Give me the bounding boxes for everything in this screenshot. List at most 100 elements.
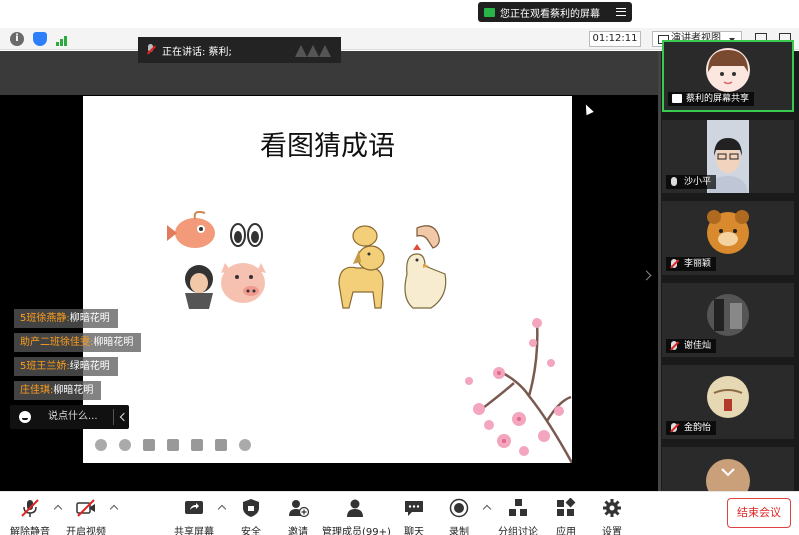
unmute-button[interactable]: 解除静音 bbox=[8, 492, 52, 535]
participant-tile[interactable]: 谢佳灿 bbox=[662, 283, 794, 357]
chat-input-placeholder: 说点什么... bbox=[48, 411, 98, 422]
more-options-icon[interactable] bbox=[239, 439, 251, 451]
signal-icon[interactable] bbox=[56, 34, 70, 46]
participant-name: 沙小平 bbox=[666, 175, 717, 189]
previous-slide-icon[interactable] bbox=[95, 439, 107, 451]
participant-name: 金韵怡 bbox=[666, 421, 717, 435]
viewing-screen-banner[interactable]: 您正在观看蔡利的屏幕 bbox=[478, 2, 632, 22]
manage-participants-label: 管理成员(99+) bbox=[322, 527, 391, 535]
meeting-window: 您正在观看蔡利的屏幕 i 01:12:11 演讲者视图 正在讲话: 蔡利; 看图… bbox=[0, 0, 799, 535]
chat-message: 5班徐燕静:柳暗花明 bbox=[14, 309, 118, 328]
chat-label: 聊天 bbox=[404, 527, 424, 535]
chat-message: 助产二班徐佳雯:柳暗花明 bbox=[14, 333, 142, 352]
record-button[interactable]: 录制 bbox=[445, 492, 473, 535]
record-label: 录制 bbox=[449, 527, 469, 535]
subtitle-icon[interactable] bbox=[215, 439, 227, 451]
collapse-chat-icon[interactable] bbox=[119, 412, 129, 422]
share-screen-label: 共享屏幕 bbox=[174, 527, 214, 535]
avatar bbox=[662, 447, 794, 491]
info-icon[interactable]: i bbox=[10, 32, 24, 46]
end-meeting-button[interactable]: 结束会议 bbox=[727, 498, 791, 528]
divider bbox=[113, 409, 114, 425]
participant-name: 李丽颖 bbox=[666, 257, 717, 271]
chat-sender: 5班王兰娇: bbox=[20, 361, 70, 372]
screen-share-icon bbox=[672, 94, 682, 103]
app-logo-icon bbox=[295, 45, 331, 57]
apps-icon bbox=[557, 497, 576, 516]
chat-sender: 5班徐燕静: bbox=[20, 313, 70, 324]
participant-tile[interactable]: 金韵怡 bbox=[662, 365, 794, 439]
plum-blossom-decoration bbox=[465, 318, 572, 463]
slide-title: 看图猜成语 bbox=[260, 131, 395, 162]
viewing-screen-label: 您正在观看蔡利的屏幕 bbox=[500, 8, 600, 20]
video-off-icon bbox=[76, 499, 95, 517]
active-speaker-indicator: 正在讲话: 蔡利; bbox=[138, 37, 341, 63]
slide-controls bbox=[95, 439, 251, 451]
invite-button[interactable]: 邀请 bbox=[283, 492, 313, 535]
share-screen-icon bbox=[185, 501, 203, 514]
chat-text: 绿暗花明 bbox=[69, 361, 110, 372]
apps-button[interactable]: 应用 bbox=[553, 492, 579, 535]
breakout-rooms-button[interactable]: 分组讨论 bbox=[497, 492, 539, 535]
security-button[interactable]: 安全 bbox=[236, 492, 266, 535]
gear-icon bbox=[603, 499, 621, 517]
settings-label: 设置 bbox=[602, 527, 622, 535]
chat-text: 柳暗花明 bbox=[69, 313, 110, 324]
mic-muted-icon bbox=[671, 341, 677, 350]
participant-tile[interactable]: 蔡利的屏幕共享 bbox=[662, 40, 794, 112]
audio-options-caret[interactable] bbox=[53, 504, 63, 514]
bottom-toolbar: 解除静音 开启视频 共享屏幕 安全 邀请 管理成员(99+) 聊天 录制 分组讨… bbox=[0, 491, 799, 535]
record-options-caret[interactable] bbox=[482, 504, 492, 514]
chat-input[interactable]: 说点什么... bbox=[10, 405, 129, 429]
shield-icon bbox=[243, 499, 259, 517]
start-video-button[interactable]: 开启视频 bbox=[64, 492, 108, 535]
chat-button[interactable]: 聊天 bbox=[400, 492, 428, 535]
chat-message: 庄佳琪:柳暗花明 bbox=[14, 381, 102, 400]
chat-icon bbox=[405, 501, 423, 516]
pen-icon[interactable] bbox=[143, 439, 155, 451]
mic-muted-icon bbox=[21, 499, 39, 517]
unmute-label: 解除静音 bbox=[10, 527, 50, 535]
invite-label: 邀请 bbox=[288, 527, 308, 535]
emoji-icon[interactable] bbox=[19, 411, 31, 423]
screen-share-icon bbox=[484, 7, 495, 17]
share-screen-button[interactable]: 共享屏幕 bbox=[172, 492, 216, 535]
shield-icon[interactable] bbox=[33, 32, 47, 46]
chat-sender: 助产二班徐佳雯: bbox=[20, 337, 94, 348]
mic-icon bbox=[671, 177, 677, 186]
gallery-divider[interactable] bbox=[658, 51, 661, 491]
next-slide-icon[interactable] bbox=[119, 439, 131, 451]
active-speaker-label: 正在讲话: 蔡利; bbox=[162, 46, 232, 58]
record-icon bbox=[449, 498, 469, 518]
mic-muted-icon bbox=[671, 259, 677, 268]
breakout-rooms-icon bbox=[509, 499, 527, 516]
chat-message: 5班王兰娇:绿暗花明 bbox=[14, 357, 118, 376]
security-label: 安全 bbox=[241, 527, 261, 535]
participant-tile[interactable]: 沙小平 bbox=[662, 120, 794, 193]
meeting-timer: 01:12:11 bbox=[589, 31, 641, 47]
apps-label: 应用 bbox=[556, 527, 576, 535]
presentation-slide: 看图猜成语 bbox=[83, 96, 572, 463]
mic-muted-icon bbox=[671, 423, 677, 432]
share-options-caret[interactable] bbox=[217, 504, 227, 514]
chat-text: 柳暗花明 bbox=[53, 385, 94, 396]
video-icon[interactable] bbox=[191, 439, 203, 451]
settings-button[interactable]: 设置 bbox=[599, 492, 625, 535]
manage-participants-button[interactable]: 管理成员(99+) bbox=[322, 492, 391, 535]
video-options-caret[interactable] bbox=[109, 504, 119, 514]
participant-name: 谢佳灿 bbox=[666, 339, 717, 353]
breakout-rooms-label: 分组讨论 bbox=[498, 527, 538, 535]
focus-icon[interactable] bbox=[167, 439, 179, 451]
start-video-label: 开启视频 bbox=[66, 527, 106, 535]
slide-picture-left bbox=[167, 211, 266, 309]
participant-name: 蔡利的屏幕共享 bbox=[668, 92, 755, 106]
chat-sender: 庄佳琪: bbox=[20, 385, 54, 396]
participant-tile[interactable]: 李丽颖 bbox=[662, 201, 794, 275]
participant-tile-partial[interactable] bbox=[662, 447, 794, 491]
mic-muted-icon bbox=[146, 44, 156, 56]
participants-icon bbox=[347, 499, 363, 517]
chat-text: 柳暗花明 bbox=[93, 337, 134, 348]
menu-icon[interactable] bbox=[616, 8, 626, 16]
slide-picture-right bbox=[338, 225, 447, 309]
add-user-icon bbox=[289, 500, 310, 518]
